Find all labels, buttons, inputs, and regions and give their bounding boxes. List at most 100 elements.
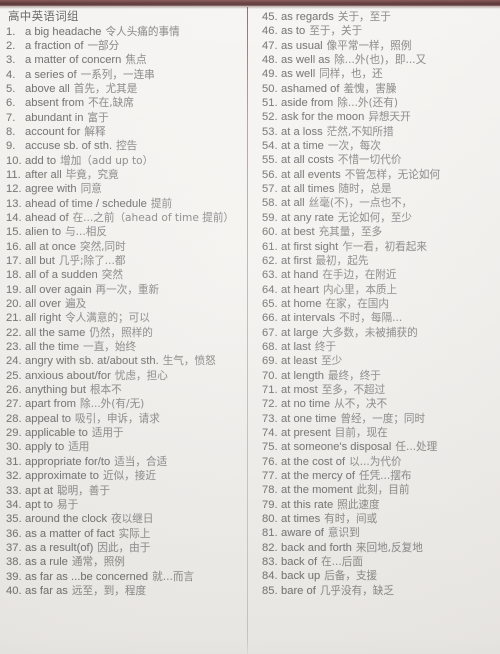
item-number: 17. xyxy=(6,255,22,267)
list-item: 34. apt to 易于 xyxy=(6,498,247,512)
item-number: 75. xyxy=(262,441,278,454)
item-number: 21. xyxy=(6,312,22,325)
item-chinese-gloss: 毕竟，究竟 xyxy=(65,168,119,181)
item-chinese-gloss: 根本不 xyxy=(89,384,122,397)
item-chinese-gloss: 在家，在国内 xyxy=(325,297,389,310)
item-english-phrase: all the time xyxy=(25,341,80,354)
item-chinese-gloss: 远至，到，程度 xyxy=(71,584,147,597)
item-chinese-gloss: 增加（add up to） xyxy=(60,154,154,167)
list-item: 24. angry with sb. at/about sth. 生气，愤怒 xyxy=(6,354,247,368)
item-chinese-gloss: 遍及 xyxy=(65,298,87,311)
item-chinese-gloss: 任...处理 xyxy=(395,441,438,454)
list-item: 52. ask for the moon 异想天开 xyxy=(262,110,500,124)
item-chinese-gloss: 羞愧，害臊 xyxy=(343,82,397,95)
item-number: 51. xyxy=(262,97,278,110)
item-chinese-gloss: 实际上 xyxy=(118,527,151,540)
item-english-phrase: at the moment xyxy=(281,484,353,497)
list-item: 83. back of 在...后面 xyxy=(262,555,500,569)
item-chinese-gloss: 一次，每次 xyxy=(327,140,381,153)
item-english-phrase: at length xyxy=(281,369,324,382)
item-chinese-gloss: 夜以继日 xyxy=(111,513,154,526)
list-item: 16. all at once 突然,同时 xyxy=(6,240,247,254)
item-number: 20. xyxy=(6,298,22,311)
item-english-phrase: at all times xyxy=(281,183,335,196)
list-item: 29. applicable to 适用于 xyxy=(6,426,247,440)
item-chinese-gloss: 不在,缺席 xyxy=(88,97,134,110)
item-number: 28. xyxy=(6,412,22,425)
item-english-phrase: account for xyxy=(25,125,81,138)
item-number: 53. xyxy=(262,125,278,138)
item-english-phrase: apt at xyxy=(25,484,53,497)
item-chinese-gloss: 令人头痛的事情 xyxy=(105,25,180,38)
item-english-phrase: a matter of concern xyxy=(25,54,122,67)
item-chinese-gloss: 充其量，至多 xyxy=(318,226,383,239)
item-english-phrase: at someone's disposal xyxy=(281,441,392,454)
list-item: 26. anything but 根本不 xyxy=(6,383,247,397)
item-number: 6. xyxy=(6,97,16,110)
item-chinese-gloss: 意识到 xyxy=(327,527,360,540)
list-item: 15. alien to 与...相反 xyxy=(6,225,247,239)
item-chinese-gloss: 终于 xyxy=(314,340,337,353)
list-item: 60. at best 充其量，至多 xyxy=(262,225,500,239)
item-number: 18. xyxy=(6,269,22,282)
item-english-phrase: appeal to xyxy=(25,412,72,425)
item-english-phrase: a big headache xyxy=(25,25,102,38)
item-number: 63. xyxy=(262,269,278,282)
item-chinese-gloss: 至多，不超过 xyxy=(321,383,386,396)
item-english-phrase: alien to xyxy=(25,226,62,239)
item-english-phrase: after all xyxy=(25,168,62,181)
bottom-fade xyxy=(0,638,500,654)
list-item: 37. as a result(of) 因此，由于 xyxy=(6,541,247,555)
item-chinese-gloss: 最初，起先 xyxy=(315,254,369,267)
list-item: 12. agree with 同意 xyxy=(6,182,247,196)
item-english-phrase: back up xyxy=(281,570,321,583)
item-number: 34. xyxy=(6,498,22,511)
item-chinese-gloss: 在手边，在附近 xyxy=(322,269,397,282)
list-item: 84. back up 后备，支援 xyxy=(262,569,500,583)
item-chinese-gloss: 提前 xyxy=(150,197,173,210)
list-item: 4. a series of 一系列，一连串 xyxy=(6,68,247,82)
item-number: 31. xyxy=(6,455,22,468)
list-item: 32. approximate to 近似，接近 xyxy=(6,469,247,483)
item-chinese-gloss: 易于 xyxy=(57,498,79,511)
list-item: 31. appropriate for/to 适当，合适 xyxy=(6,455,247,469)
item-chinese-gloss: 茫然,不知所措 xyxy=(326,125,394,138)
item-number: 19. xyxy=(6,283,22,296)
list-item: 45. as regards 关于，至于 xyxy=(262,10,500,24)
top-band-shadow xyxy=(0,6,500,9)
item-chinese-gloss: 照此速度 xyxy=(337,498,380,511)
item-number: 9. xyxy=(6,140,16,153)
item-english-phrase: angry with sb. at/about sth. xyxy=(25,355,159,368)
item-english-phrase: agree with xyxy=(25,183,77,196)
item-english-phrase: as far as ...be concerned xyxy=(25,570,149,583)
item-number: 61. xyxy=(262,240,278,253)
list-item: 82. back and forth 来回地,反复地 xyxy=(262,541,500,555)
item-number: 2. xyxy=(6,39,16,52)
item-english-phrase: appropriate for/to xyxy=(25,455,111,468)
list-item: 10. add to 增加（add up to） xyxy=(6,154,247,168)
list-item: 6. absent from 不在,缺席 xyxy=(6,96,247,110)
item-number: 77. xyxy=(262,470,278,482)
item-chinese-gloss: 像平常一样，照例 xyxy=(326,39,412,52)
item-number: 13. xyxy=(6,197,22,210)
item-number: 81. xyxy=(262,527,278,540)
item-chinese-gloss: 除...外(还有) xyxy=(337,97,398,110)
phrase-list-right: 45. as regards 关于，至于 46. as to 至于，关于 47. as usu… xyxy=(262,10,500,598)
item-english-phrase: at all events xyxy=(281,168,341,181)
left-column: 高中英语词组 1. a big headache 令人头痛的事情 2. a fracti… xyxy=(0,10,247,598)
item-chinese-gloss: 曾经，一度；同时 xyxy=(340,412,426,425)
item-chinese-gloss: 不时，每隔... xyxy=(339,312,403,325)
list-item: 50. ashamed of 羞愧，害臊 xyxy=(262,82,500,96)
item-english-phrase: above all xyxy=(25,82,70,95)
item-english-phrase: as regards xyxy=(281,11,334,23)
item-english-phrase: at all xyxy=(281,197,305,210)
item-english-phrase: ahead of xyxy=(25,211,69,224)
list-item: 72. at no time 从不，决不 xyxy=(262,397,500,411)
item-english-phrase: all at once xyxy=(25,240,76,253)
item-number: 35. xyxy=(6,513,22,526)
item-chinese-gloss: 聪明，善于 xyxy=(57,484,110,497)
list-item: 75. at someone's disposal 任...处理 xyxy=(262,440,500,454)
item-number: 57. xyxy=(262,183,278,196)
item-chinese-gloss: 除...外(也)，即...又 xyxy=(334,54,427,67)
item-number: 22. xyxy=(6,326,22,339)
